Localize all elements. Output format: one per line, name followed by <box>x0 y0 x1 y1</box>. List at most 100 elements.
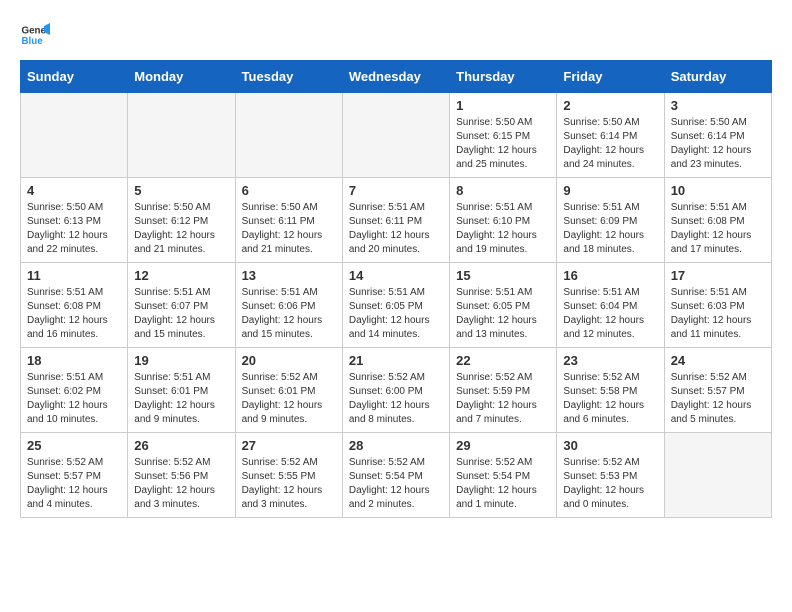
day-number: 22 <box>456 353 550 368</box>
day-info: Sunrise: 5:52 AM Sunset: 6:00 PM Dayligh… <box>349 371 443 427</box>
calendar-cell <box>128 93 235 178</box>
calendar-cell: 8Sunrise: 5:51 AM Sunset: 6:10 PM Daylig… <box>450 178 557 263</box>
calendar-cell: 10 Sunrise: 5:51 AM Sunset: 6:08 PM Dayli… <box>664 178 771 263</box>
calendar-body: 1 Sunrise: 5:50 AM Sunset: 6:15 PM Daylig… <box>21 93 772 518</box>
day-number: 2 <box>563 98 657 113</box>
day-info: Sunrise: 5:51 AM Sunset: 6:11 PM Dayligh… <box>349 201 443 257</box>
day-number: 26 <box>134 438 228 453</box>
calendar-cell <box>664 433 771 518</box>
day-number: 14 <box>349 268 443 283</box>
day-info: Sunrise: 5:50 AM Sunset: 6:15 PM Dayligh… <box>456 116 550 172</box>
day-number: 25 <box>27 438 121 453</box>
calendar-table: SundayMondayTuesdayWednesdayThursdayFrid… <box>20 60 772 518</box>
calendar-cell: 9 Sunrise: 5:51 AM Sunset: 6:09 PM Daylig… <box>557 178 664 263</box>
day-number: 15 <box>456 268 550 283</box>
weekday-header: Thursday <box>450 61 557 93</box>
day-info: Sunrise: 5:50 AM Sunset: 6:13 PM Dayligh… <box>27 201 121 257</box>
day-info: Sunrise: 5:52 AM Sunset: 5:53 PM Dayligh… <box>563 456 657 512</box>
day-info: Sunrise: 5:51 AM Sunset: 6:03 PM Dayligh… <box>671 286 765 342</box>
day-info: Sunrise: 5:50 AM Sunset: 6:14 PM Dayligh… <box>671 116 765 172</box>
day-info: Sunrise: 5:51 AM Sunset: 6:05 PM Dayligh… <box>349 286 443 342</box>
calendar-row: 4Sunrise: 5:50 AM Sunset: 6:13 PM Daylig… <box>21 178 772 263</box>
day-number: 11 <box>27 268 121 283</box>
calendar-cell: 30 Sunrise: 5:52 AM Sunset: 5:53 PM Dayli… <box>557 433 664 518</box>
calendar-cell: 19Sunrise: 5:51 AM Sunset: 6:01 PM Dayli… <box>128 348 235 433</box>
day-number: 13 <box>242 268 336 283</box>
day-info: Sunrise: 5:52 AM Sunset: 5:54 PM Dayligh… <box>349 456 443 512</box>
calendar-row: 1 Sunrise: 5:50 AM Sunset: 6:15 PM Daylig… <box>21 93 772 178</box>
day-info: Sunrise: 5:52 AM Sunset: 5:57 PM Dayligh… <box>27 456 121 512</box>
day-info: Sunrise: 5:51 AM Sunset: 6:05 PM Dayligh… <box>456 286 550 342</box>
day-info: Sunrise: 5:50 AM Sunset: 6:11 PM Dayligh… <box>242 201 336 257</box>
logo: General Blue <box>20 20 54 50</box>
calendar-row: 11 Sunrise: 5:51 AM Sunset: 6:08 PM Dayli… <box>21 263 772 348</box>
weekday-header: Wednesday <box>342 61 449 93</box>
calendar-header: SundayMondayTuesdayWednesdayThursdayFrid… <box>21 61 772 93</box>
calendar-cell: 4Sunrise: 5:50 AM Sunset: 6:13 PM Daylig… <box>21 178 128 263</box>
calendar-cell: 5 Sunrise: 5:50 AM Sunset: 6:12 PM Daylig… <box>128 178 235 263</box>
day-number: 16 <box>563 268 657 283</box>
weekday-header: Saturday <box>664 61 771 93</box>
day-info: Sunrise: 5:50 AM Sunset: 6:12 PM Dayligh… <box>134 201 228 257</box>
day-number: 10 <box>671 183 765 198</box>
calendar-row: 18 Sunrise: 5:51 AM Sunset: 6:02 PM Dayli… <box>21 348 772 433</box>
day-info: Sunrise: 5:51 AM Sunset: 6:02 PM Dayligh… <box>27 371 121 427</box>
calendar-cell: 15 Sunrise: 5:51 AM Sunset: 6:05 PM Dayli… <box>450 263 557 348</box>
day-number: 12 <box>134 268 228 283</box>
day-info: Sunrise: 5:51 AM Sunset: 6:09 PM Dayligh… <box>563 201 657 257</box>
day-number: 1 <box>456 98 550 113</box>
day-number: 20 <box>242 353 336 368</box>
calendar-cell: 21 Sunrise: 5:52 AM Sunset: 6:00 PM Dayli… <box>342 348 449 433</box>
svg-text:Blue: Blue <box>22 36 44 47</box>
header-row: SundayMondayTuesdayWednesdayThursdayFrid… <box>21 61 772 93</box>
day-info: Sunrise: 5:51 AM Sunset: 6:06 PM Dayligh… <box>242 286 336 342</box>
day-number: 3 <box>671 98 765 113</box>
day-info: Sunrise: 5:51 AM Sunset: 6:07 PM Dayligh… <box>134 286 228 342</box>
calendar-cell: 11 Sunrise: 5:51 AM Sunset: 6:08 PM Dayli… <box>21 263 128 348</box>
day-number: 24 <box>671 353 765 368</box>
calendar-cell: 18 Sunrise: 5:51 AM Sunset: 6:02 PM Dayli… <box>21 348 128 433</box>
day-info: Sunrise: 5:50 AM Sunset: 6:14 PM Dayligh… <box>563 116 657 172</box>
weekday-header: Sunday <box>21 61 128 93</box>
calendar-cell: 3 Sunrise: 5:50 AM Sunset: 6:14 PM Daylig… <box>664 93 771 178</box>
day-number: 27 <box>242 438 336 453</box>
day-number: 21 <box>349 353 443 368</box>
calendar-cell: 25 Sunrise: 5:52 AM Sunset: 5:57 PM Dayli… <box>21 433 128 518</box>
page-header: General Blue <box>20 20 772 50</box>
calendar-cell: 27 Sunrise: 5:52 AM Sunset: 5:55 PM Dayli… <box>235 433 342 518</box>
day-number: 29 <box>456 438 550 453</box>
day-info: Sunrise: 5:51 AM Sunset: 6:08 PM Dayligh… <box>671 201 765 257</box>
day-number: 19 <box>134 353 228 368</box>
weekday-header: Monday <box>128 61 235 93</box>
day-info: Sunrise: 5:52 AM Sunset: 5:57 PM Dayligh… <box>671 371 765 427</box>
day-number: 30 <box>563 438 657 453</box>
day-info: Sunrise: 5:51 AM Sunset: 6:04 PM Dayligh… <box>563 286 657 342</box>
calendar-cell <box>342 93 449 178</box>
day-number: 9 <box>563 183 657 198</box>
day-info: Sunrise: 5:51 AM Sunset: 6:08 PM Dayligh… <box>27 286 121 342</box>
calendar-cell: 28 Sunrise: 5:52 AM Sunset: 5:54 PM Dayli… <box>342 433 449 518</box>
day-number: 23 <box>563 353 657 368</box>
day-number: 8 <box>456 183 550 198</box>
day-number: 5 <box>134 183 228 198</box>
day-number: 28 <box>349 438 443 453</box>
calendar-cell: 13 Sunrise: 5:51 AM Sunset: 6:06 PM Dayli… <box>235 263 342 348</box>
calendar-cell: 6 Sunrise: 5:50 AM Sunset: 6:11 PM Daylig… <box>235 178 342 263</box>
day-number: 18 <box>27 353 121 368</box>
day-info: Sunrise: 5:52 AM Sunset: 5:55 PM Dayligh… <box>242 456 336 512</box>
calendar-row: 25 Sunrise: 5:52 AM Sunset: 5:57 PM Dayli… <box>21 433 772 518</box>
day-info: Sunrise: 5:52 AM Sunset: 6:01 PM Dayligh… <box>242 371 336 427</box>
logo-icon: General Blue <box>20 20 50 50</box>
calendar-cell: 17Sunrise: 5:51 AM Sunset: 6:03 PM Dayli… <box>664 263 771 348</box>
weekday-header: Friday <box>557 61 664 93</box>
day-info: Sunrise: 5:52 AM Sunset: 5:58 PM Dayligh… <box>563 371 657 427</box>
calendar-cell: 2 Sunrise: 5:50 AM Sunset: 6:14 PM Daylig… <box>557 93 664 178</box>
calendar-cell: 16 Sunrise: 5:51 AM Sunset: 6:04 PM Dayli… <box>557 263 664 348</box>
day-number: 6 <box>242 183 336 198</box>
calendar-cell: 26 Sunrise: 5:52 AM Sunset: 5:56 PM Dayli… <box>128 433 235 518</box>
calendar-cell <box>235 93 342 178</box>
day-number: 7 <box>349 183 443 198</box>
calendar-cell: 24 Sunrise: 5:52 AM Sunset: 5:57 PM Dayli… <box>664 348 771 433</box>
calendar-cell: 29Sunrise: 5:52 AM Sunset: 5:54 PM Dayli… <box>450 433 557 518</box>
day-info: Sunrise: 5:52 AM Sunset: 5:56 PM Dayligh… <box>134 456 228 512</box>
